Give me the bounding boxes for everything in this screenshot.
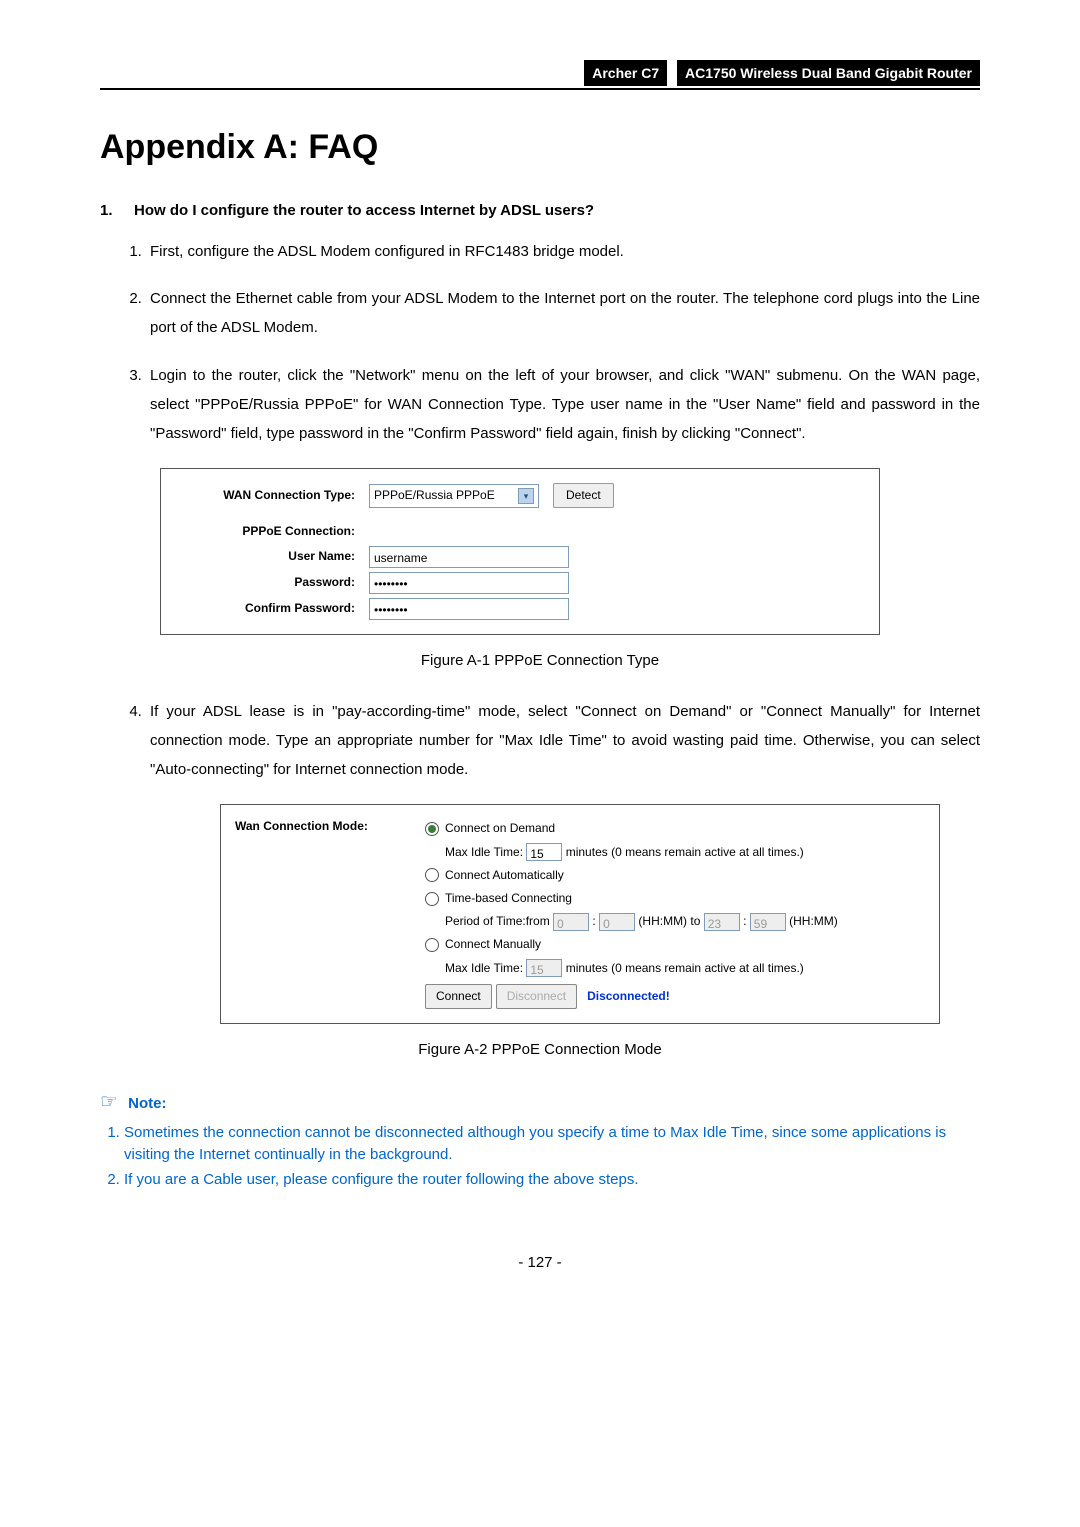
period-mid: (HH:MM) to bbox=[638, 912, 700, 931]
demand-idle-input[interactable]: 15 bbox=[526, 843, 562, 861]
demand-idle-suffix: minutes (0 means remain active at all ti… bbox=[566, 843, 804, 862]
note-heading: Note: bbox=[128, 1095, 166, 1112]
confirm-password-input[interactable]: •••••••• bbox=[369, 598, 569, 620]
product-label: AC1750 Wireless Dual Band Gigabit Router bbox=[677, 60, 980, 86]
faq-step-1: First, configure the ADSL Modem configur… bbox=[146, 237, 980, 266]
password-input[interactable]: •••••••• bbox=[369, 572, 569, 594]
wan-type-value: PPPoE/Russia PPPoE bbox=[374, 486, 495, 505]
figure-a1-box: WAN Connection Type: PPPoE/Russia PPPoE … bbox=[160, 468, 880, 634]
pppoe-conn-label: PPPoE Connection: bbox=[175, 522, 369, 541]
manual-idle-suffix: minutes (0 means remain active at all ti… bbox=[566, 959, 804, 978]
note-item-2: If you are a Cable user, please configur… bbox=[124, 1169, 980, 1192]
demand-idle-label: Max Idle Time: bbox=[445, 843, 523, 862]
wan-type-label: WAN Connection Type: bbox=[175, 486, 369, 505]
figure-a1-caption: Figure A-1 PPPoE Connection Type bbox=[100, 649, 980, 673]
faq-step-3: Login to the router, click the "Network"… bbox=[146, 361, 980, 449]
period-suffix: (HH:MM) bbox=[789, 912, 838, 931]
confirm-password-label: Confirm Password: bbox=[175, 599, 369, 618]
period-h2-input[interactable]: 23 bbox=[704, 913, 740, 931]
figure-a2-caption: Figure A-2 PPPoE Connection Mode bbox=[100, 1038, 980, 1062]
pointing-hand-icon: ☞ bbox=[100, 1091, 118, 1113]
faq-steps-list-cont: If your ADSL lease is in "pay-according-… bbox=[100, 697, 980, 785]
radio-connect-auto[interactable] bbox=[425, 868, 439, 882]
connection-status: Disconnected! bbox=[587, 987, 670, 1006]
figure-a2-box: Wan Connection Mode: Connect on Demand M… bbox=[220, 804, 940, 1024]
opt-manual: Connect Manually bbox=[445, 935, 541, 954]
period-h1-input[interactable]: 0 bbox=[553, 913, 589, 931]
password-label: Password: bbox=[175, 573, 369, 592]
opt-auto: Connect Automatically bbox=[445, 866, 564, 885]
disconnect-button[interactable]: Disconnect bbox=[496, 984, 577, 1009]
page-title: Appendix A: FAQ bbox=[100, 120, 980, 174]
manual-idle-input[interactable]: 15 bbox=[526, 959, 562, 977]
faq-step-2: Connect the Ethernet cable from your ADS… bbox=[146, 284, 980, 343]
manual-idle-label: Max Idle Time: bbox=[445, 959, 523, 978]
wan-mode-label: Wan Connection Mode: bbox=[235, 815, 425, 1013]
period-prefix: Period of Time:from bbox=[445, 912, 550, 931]
opt-demand: Connect on Demand bbox=[445, 819, 555, 838]
wan-type-select[interactable]: PPPoE/Russia PPPoE ▾ bbox=[369, 484, 539, 508]
opt-time-based: Time-based Connecting bbox=[445, 889, 572, 908]
username-input[interactable]: username bbox=[369, 546, 569, 568]
username-label: User Name: bbox=[175, 547, 369, 566]
radio-connect-on-demand[interactable] bbox=[425, 822, 439, 836]
page-header: Archer C7 AC1750 Wireless Dual Band Giga… bbox=[100, 60, 980, 90]
radio-connect-manually[interactable] bbox=[425, 938, 439, 952]
connect-button[interactable]: Connect bbox=[425, 984, 492, 1009]
period-m1-input[interactable]: 0 bbox=[599, 913, 635, 931]
period-m2-input[interactable]: 59 bbox=[750, 913, 786, 931]
note-item-1: Sometimes the connection cannot be disco… bbox=[124, 1122, 980, 1167]
faq-steps-list: First, configure the ADSL Modem configur… bbox=[100, 237, 980, 449]
faq-step-4: If your ADSL lease is in "pay-according-… bbox=[146, 697, 980, 785]
radio-time-based[interactable] bbox=[425, 892, 439, 906]
faq-number: 1. bbox=[100, 199, 134, 223]
page-number: - 127 - bbox=[100, 1251, 980, 1275]
chevron-down-icon: ▾ bbox=[518, 488, 534, 504]
faq-question: How do I configure the router to access … bbox=[134, 199, 594, 223]
model-label: Archer C7 bbox=[584, 60, 667, 86]
detect-button[interactable]: Detect bbox=[553, 483, 614, 508]
note-section: ☞ Note: Sometimes the connection cannot … bbox=[100, 1086, 980, 1192]
